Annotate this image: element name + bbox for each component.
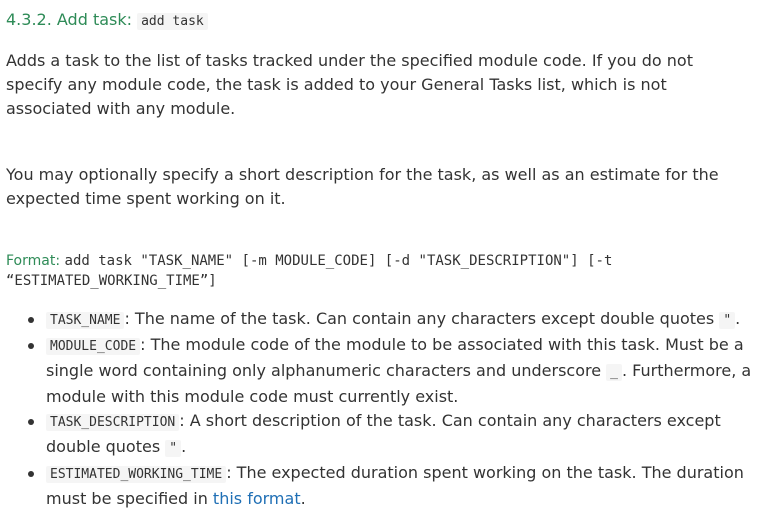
param-estimated-working-time: ESTIMATED_WORKING_TIME: The expected dur…	[28, 461, 754, 511]
param-desc: : The name of the task. Can contain any …	[124, 309, 720, 328]
parameter-list: TASK_NAME: The name of the task. Can con…	[6, 307, 754, 511]
param-inline-code: "	[719, 312, 736, 329]
param-task-description: TASK_DESCRIPTION: A short description of…	[28, 409, 754, 461]
format-link[interactable]: this format	[213, 489, 301, 508]
param-name: MODULE_CODE	[46, 338, 141, 355]
heading-command: add task	[137, 13, 208, 30]
param-name: ESTIMATED_WORKING_TIME	[46, 466, 227, 483]
description-paragraph: Adds a task to the list of tasks tracked…	[6, 51, 693, 118]
optional-paragraph: You may optionally specify a short descr…	[6, 165, 719, 208]
param-inline-code: "	[165, 440, 182, 457]
format-label: Format:	[6, 253, 65, 269]
param-name: TASK_NAME	[46, 312, 125, 329]
param-desc-end: .	[735, 309, 741, 328]
document-section: 4.3.2. Add task: add task Adds a task to…	[0, 0, 760, 511]
param-task-name: TASK_NAME: The name of the task. Can con…	[28, 307, 754, 333]
param-desc-end: .	[181, 437, 187, 456]
param-inline-code: _	[606, 364, 622, 381]
heading-number: 4.3.2. Add task:	[6, 10, 138, 29]
param-module-code: MODULE_CODE: The module code of the modu…	[28, 333, 754, 409]
format-syntax: add task "TASK_NAME" [-m MODULE_CODE] [-…	[6, 253, 613, 289]
format-line: Format: add task "TASK_NAME" [-m MODULE_…	[6, 251, 754, 291]
param-desc-end: .	[300, 489, 306, 508]
section-heading: 4.3.2. Add task: add task	[6, 0, 754, 30]
param-name: TASK_DESCRIPTION	[46, 414, 180, 431]
